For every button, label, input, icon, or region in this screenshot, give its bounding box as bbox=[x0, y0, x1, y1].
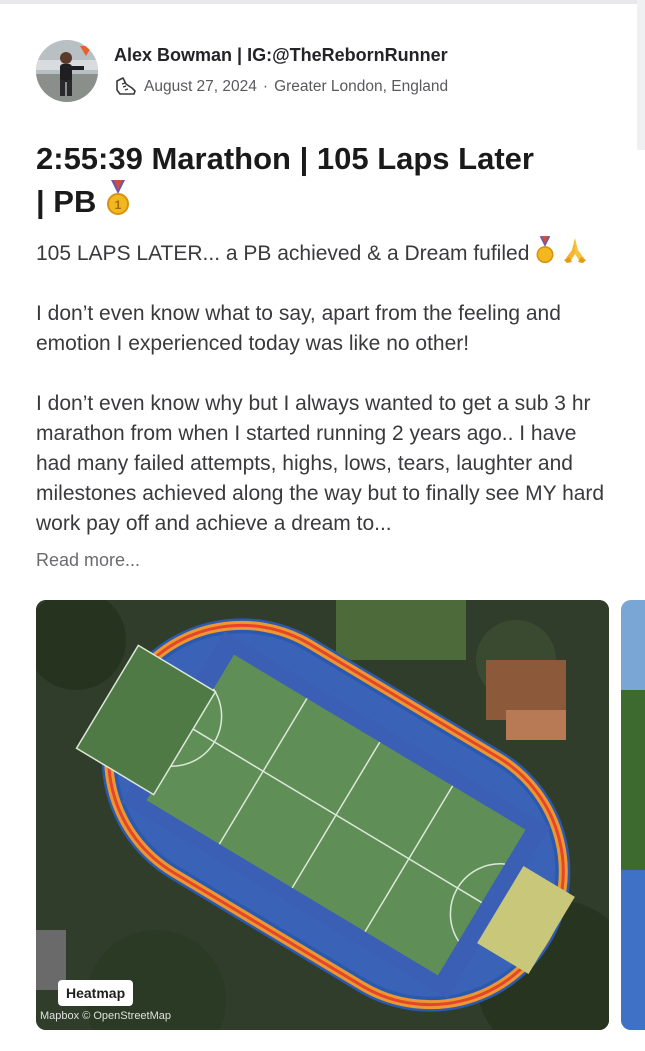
post-body: 105 LAPS LATER... a PB achieved & a Drea… bbox=[36, 236, 611, 569]
svg-text:1: 1 bbox=[115, 198, 122, 212]
avatar[interactable] bbox=[36, 40, 98, 102]
folded-hands-icon bbox=[564, 238, 587, 263]
title-line-1: 2:55:39 Marathon | 105 Laps Later bbox=[36, 141, 534, 176]
heatmap-toggle-button[interactable]: Heatmap bbox=[58, 980, 134, 1006]
author-name[interactable]: Alex Bowman | IG:@TheRebornRunner bbox=[114, 45, 448, 66]
title-line-2: | PB bbox=[36, 184, 97, 219]
medal-icon bbox=[536, 236, 554, 264]
top-divider bbox=[0, 0, 645, 4]
paragraph-2: I don’t even know why but I always wante… bbox=[36, 392, 605, 535]
route-map[interactable]: Heatmap Mapbox © OpenStreetMap bbox=[36, 600, 609, 1030]
post-title[interactable]: 2:55:39 Marathon | 105 Laps Later | PB 1 bbox=[36, 138, 596, 223]
medal-icon: 1 bbox=[106, 180, 129, 215]
post-location: Greater London, England bbox=[274, 78, 449, 95]
paragraph-1: I don’t even know what to say, apart fro… bbox=[36, 302, 561, 355]
meta-separator: · bbox=[262, 78, 269, 95]
post-subtitle: 105 LAPS LATER... a PB achieved & a Drea… bbox=[36, 242, 530, 265]
read-more-link[interactable]: Read more... bbox=[36, 550, 140, 571]
map-attribution: Mapbox © OpenStreetMap bbox=[40, 1010, 172, 1022]
post-date: August 27, 2024 bbox=[144, 78, 257, 95]
post-meta: August 27, 2024 · Greater London, Englan… bbox=[114, 76, 448, 98]
scroll-edge bbox=[637, 0, 645, 150]
running-shoe-icon bbox=[116, 77, 136, 95]
post-header: Alex Bowman | IG:@TheRebornRunner August… bbox=[36, 38, 596, 102]
next-media-preview[interactable] bbox=[621, 600, 645, 1030]
